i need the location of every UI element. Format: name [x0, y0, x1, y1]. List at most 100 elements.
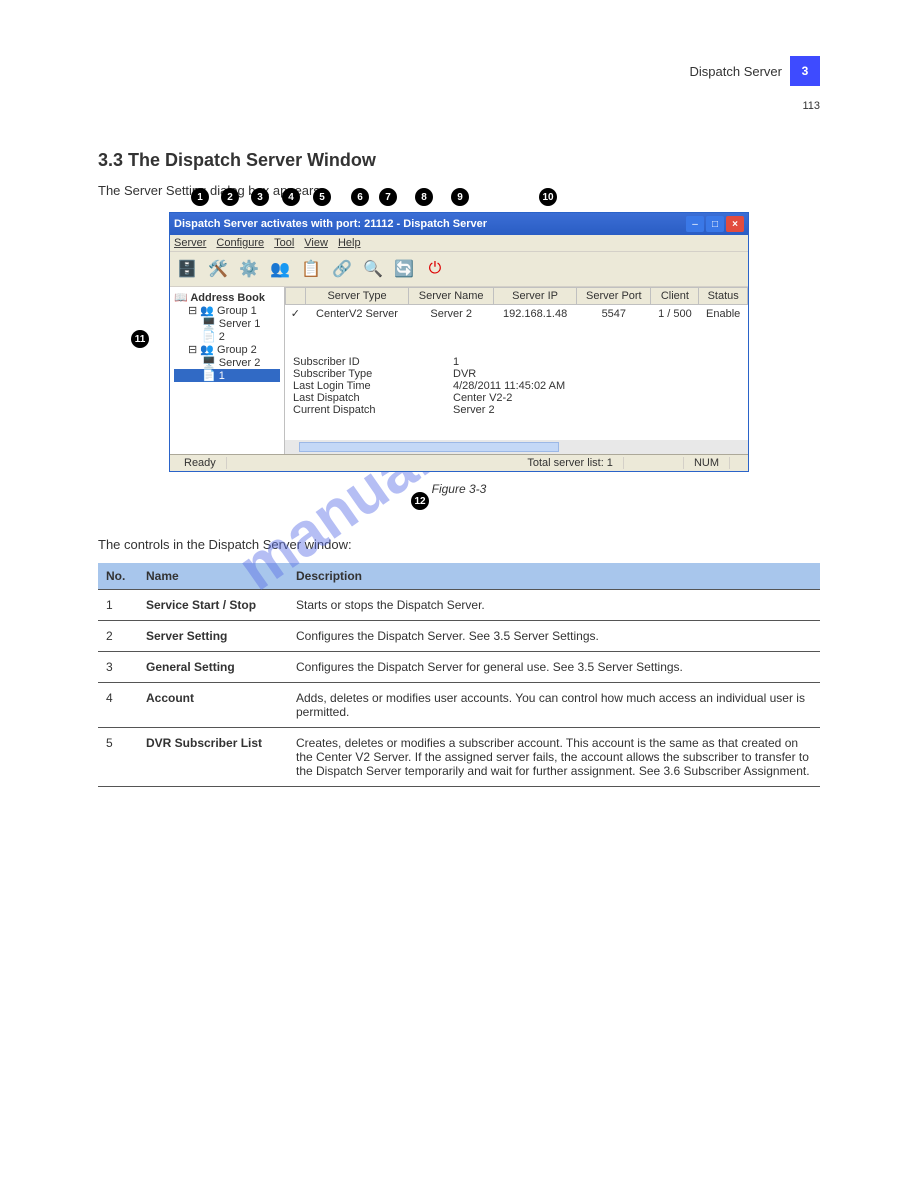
close-button[interactable]: ×	[726, 216, 744, 232]
callout-3: 3	[251, 188, 269, 206]
grid-cell-check[interactable]: ✓	[286, 305, 306, 323]
chapter-marker: 3	[790, 56, 820, 86]
grid-header-client[interactable]: Client	[651, 288, 699, 305]
grid-cell-client: 1 / 500	[651, 305, 699, 323]
callout-12: 12	[411, 492, 429, 510]
service-start-button[interactable]: 🗄️	[172, 254, 202, 284]
grid-header-status[interactable]: Status	[699, 288, 748, 305]
server-setting-button[interactable]: 🛠️	[203, 254, 233, 284]
detail-label-2: Last Login Time	[293, 380, 453, 392]
callout-7: 7	[379, 188, 397, 206]
toolbar-button-8[interactable]: 🔄	[389, 254, 419, 284]
cell-name: Account	[138, 682, 288, 727]
cell-no: 5	[98, 727, 138, 786]
th-name: Name	[138, 563, 288, 590]
app-window: Dispatch Server activates with port: 211…	[169, 212, 749, 472]
cell-no: 3	[98, 651, 138, 682]
status-ready: Ready	[174, 457, 227, 469]
grid-cell-ip: 192.168.1.48	[494, 305, 577, 323]
page-number: 113	[802, 100, 820, 112]
grid-header-check[interactable]	[286, 288, 306, 305]
details-panel: Subscriber ID1 Subscriber TypeDVR Last L…	[285, 352, 748, 420]
minimize-button[interactable]: –	[686, 216, 704, 232]
grid-cell-status: Enable	[699, 305, 748, 323]
general-setting-button[interactable]: ⚙️	[234, 254, 264, 284]
callout-8: 8	[415, 188, 433, 206]
cell-name: Service Start / Stop	[138, 589, 288, 620]
toolbar: 🗄️ 🛠️ ⚙️ 👥 📋 🔗 🔍 🔄 ⏻	[170, 252, 748, 287]
status-total: Total server list: 1	[517, 457, 624, 469]
menu-server[interactable]: Server	[174, 237, 206, 249]
tree-group-2[interactable]: Group 2	[217, 344, 257, 356]
maximize-button[interactable]: □	[706, 216, 724, 232]
detail-label-3: Last Dispatch	[293, 392, 453, 404]
tree-server-2[interactable]: Server 2	[219, 357, 261, 369]
grid-cell-name: Server 2	[409, 305, 494, 323]
grid-header-ip[interactable]: Server IP	[494, 288, 577, 305]
grid-row[interactable]: ✓ CenterV2 Server Server 2 192.168.1.48 …	[286, 305, 748, 323]
titlebar: Dispatch Server activates with port: 211…	[170, 213, 748, 235]
menubar: Server Configure Tool View Help	[170, 235, 748, 252]
controls-table: No. Name Description 1 Service Start / S…	[98, 563, 820, 787]
statusbar: Ready Total server list: 1 NUM	[170, 454, 748, 471]
callout-11: 11	[131, 330, 149, 348]
cell-no: 2	[98, 620, 138, 651]
tree-group-1[interactable]: Group 1	[217, 305, 257, 317]
address-book-tree[interactable]: 📖 Address Book ⊟ 👥 Group 1 🖥️ Server 1 📄…	[170, 287, 285, 454]
detail-value-0: 1	[453, 356, 459, 368]
detail-label-0: Subscriber ID	[293, 356, 453, 368]
detail-value-1: DVR	[453, 368, 476, 380]
callout-1: 1	[191, 188, 209, 206]
detail-label-4: Current Dispatch	[293, 404, 453, 416]
table-header-row: No. Name Description	[98, 563, 820, 590]
table-row: 4 Account Adds, deletes or modifies user…	[98, 682, 820, 727]
tree-item-1[interactable]: 1	[219, 370, 225, 382]
subscriber-list-button[interactable]: 📋	[296, 254, 326, 284]
grid-cell-port: 5547	[577, 305, 651, 323]
cell-desc: Starts or stops the Dispatch Server.	[288, 589, 820, 620]
tree-item-2[interactable]: 2	[219, 331, 225, 343]
toolbar-button-9[interactable]: ⏻	[420, 254, 450, 284]
grid-cell-type: CenterV2 Server	[305, 305, 408, 323]
cell-desc: Creates, deletes or modifies a subscribe…	[288, 727, 820, 786]
cell-name: DVR Subscriber List	[138, 727, 288, 786]
chapter-title: Dispatch Server	[690, 64, 782, 79]
table-row: 2 Server Setting Configures the Dispatch…	[98, 620, 820, 651]
callout-5: 5	[313, 188, 331, 206]
th-no: No.	[98, 563, 138, 590]
callout-2: 2	[221, 188, 239, 206]
callout-4: 4	[282, 188, 300, 206]
menu-view[interactable]: View	[304, 237, 328, 249]
grid-header-port[interactable]: Server Port	[577, 288, 651, 305]
grid-header-name[interactable]: Server Name	[409, 288, 494, 305]
detail-value-2: 4/28/2011 11:45:02 AM	[453, 380, 565, 392]
figure-caption: Figure 3-3	[98, 482, 820, 496]
horizontal-scrollbar[interactable]	[285, 440, 748, 454]
cell-desc: Adds, deletes or modifies user accounts.…	[288, 682, 820, 727]
body-text: The controls in the Dispatch Server wind…	[98, 536, 820, 555]
cell-no: 1	[98, 589, 138, 620]
cell-name: Server Setting	[138, 620, 288, 651]
cell-desc: Configures the Dispatch Server. See 3.5 …	[288, 620, 820, 651]
grid-header-type[interactable]: Server Type	[305, 288, 408, 305]
callout-6: 6	[351, 188, 369, 206]
toolbar-button-7[interactable]: 🔍	[358, 254, 388, 284]
toolbar-button-6[interactable]: 🔗	[327, 254, 357, 284]
cell-no: 4	[98, 682, 138, 727]
tree-server-1[interactable]: Server 1	[219, 318, 261, 330]
menu-configure[interactable]: Configure	[216, 237, 264, 249]
status-num: NUM	[684, 457, 730, 469]
callout-9: 9	[451, 188, 469, 206]
th-desc: Description	[288, 563, 820, 590]
server-grid: Server Type Server Name Server IP Server…	[285, 287, 748, 322]
detail-label-1: Subscriber Type	[293, 368, 453, 380]
cell-name: General Setting	[138, 651, 288, 682]
account-button[interactable]: 👥	[265, 254, 295, 284]
menu-help[interactable]: Help	[338, 237, 361, 249]
callout-10: 10	[539, 188, 557, 206]
section-title: 3.3 The Dispatch Server Window	[98, 150, 820, 171]
detail-value-3: Center V2-2	[453, 392, 512, 404]
menu-tool[interactable]: Tool	[274, 237, 294, 249]
detail-value-4: Server 2	[453, 404, 495, 416]
window-title: Dispatch Server activates with port: 211…	[174, 218, 686, 230]
